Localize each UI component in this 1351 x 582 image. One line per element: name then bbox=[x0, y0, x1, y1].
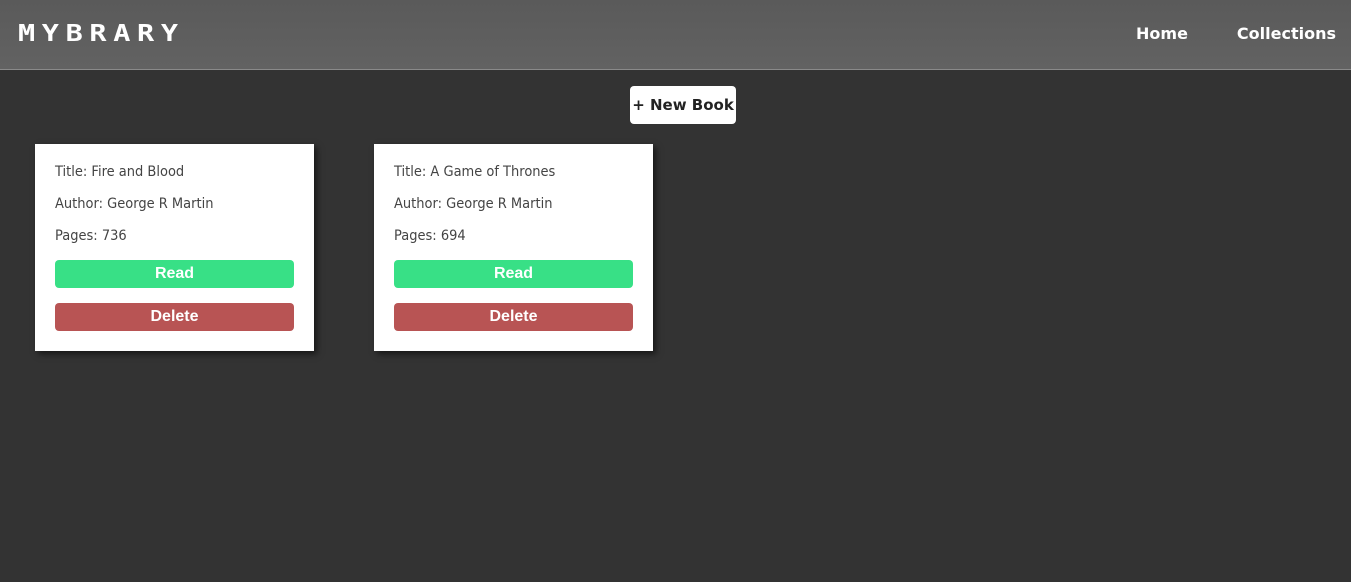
read-toggle-button[interactable]: Read bbox=[55, 260, 294, 288]
delete-book-button[interactable]: Delete bbox=[55, 303, 294, 331]
delete-book-button[interactable]: Delete bbox=[394, 303, 633, 331]
book-author: Author: George R Martin bbox=[394, 196, 553, 212]
main-nav: Home Collections bbox=[1087, 0, 1336, 70]
new-book-button[interactable]: + New Book bbox=[630, 86, 736, 124]
book-author: Author: George R Martin bbox=[55, 196, 214, 212]
top-navbar: MYBRARY Home Collections bbox=[0, 0, 1351, 70]
book-title: Title: A Game of Thrones bbox=[394, 164, 556, 180]
book-card-list: Title: Fire and Blood Author: George R M… bbox=[35, 144, 713, 351]
book-pages: Pages: 736 bbox=[55, 228, 127, 244]
book-card: Title: Fire and Blood Author: George R M… bbox=[35, 144, 314, 351]
book-card: Title: A Game of Thrones Author: George … bbox=[374, 144, 653, 351]
site-logo[interactable]: MYBRARY bbox=[18, 21, 185, 47]
book-title: Title: Fire and Blood bbox=[55, 164, 185, 180]
book-pages: Pages: 694 bbox=[394, 228, 466, 244]
nav-link-home[interactable]: Home bbox=[1136, 24, 1188, 47]
nav-link-collections[interactable]: Collections bbox=[1237, 24, 1336, 47]
read-toggle-button[interactable]: Read bbox=[394, 260, 633, 288]
